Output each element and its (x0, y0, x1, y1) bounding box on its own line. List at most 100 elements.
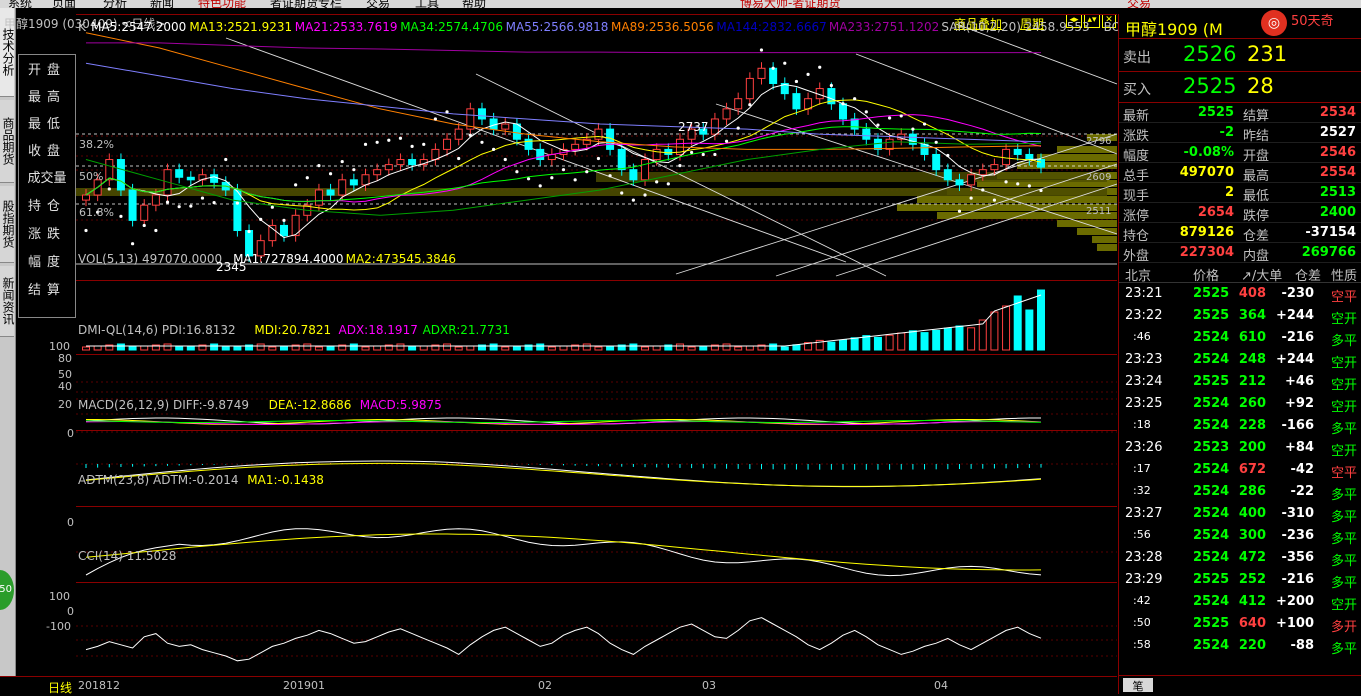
dmi_ticks-tick-4: 20 (58, 398, 72, 411)
left-tab-3[interactable]: 新闻资讯 (0, 266, 15, 337)
tick-volume: 672 (1238, 462, 1266, 477)
menu-item-8[interactable]: 帮助 (462, 0, 486, 8)
tick-row[interactable]: 23:27 2524 400 -310 多平 (1119, 503, 1361, 525)
tick-nature: 空平 (1331, 466, 1358, 481)
tick-oi-diff: +100 (1275, 616, 1314, 631)
x-axis: 日线 201812 201901 02 03 04 (0, 676, 1117, 695)
tick-nature: 多平 (1331, 532, 1358, 547)
tick-price: 2524 (1193, 484, 1230, 499)
tick-row[interactable]: 23:24 2525 212 +46 空开 (1119, 371, 1361, 393)
stat-value: 2 (1224, 185, 1234, 200)
quote-title-bar: 甲醇1909 (M ◎ 50天奇 (1119, 10, 1361, 39)
indicator-labels: K MA5:2547.2000 MA13:2521.9231 MA21:2533.76… (46, 20, 1185, 674)
tick-nature: 多平 (1331, 510, 1358, 525)
tick-row[interactable]: 23:23 2524 248 +244 空开 (1119, 349, 1361, 371)
tick-volume: 610 (1238, 330, 1266, 345)
tick-row[interactable]: :56 2524 300 -236 多平 (1119, 525, 1361, 547)
tick-row[interactable]: 23:26 2523 200 +84 空开 (1119, 437, 1361, 459)
menu-item-3[interactable]: 新闻 (150, 0, 174, 8)
main_indicator_line-label-6: MA89:2536.5056 (611, 20, 714, 34)
tick-volume: 212 (1238, 374, 1266, 389)
x-tick-0: 201812 (78, 679, 120, 692)
tick-row[interactable]: :50 2525 640 +100 多开 (1119, 613, 1361, 635)
tick-row[interactable]: :42 2524 412 +200 空开 (1119, 591, 1361, 613)
tick-nature: 空平 (1331, 290, 1358, 305)
left-tab-2[interactable]: 股指期货 (0, 186, 15, 263)
tick-price: 2525 (1193, 308, 1230, 323)
main_indicator_line-label-5: MA55:2566.9818 (505, 20, 609, 34)
stat-row-4: 现手 2 最低 2513 (1119, 182, 1361, 204)
tick-row[interactable]: 23:25 2524 260 +92 空开 (1119, 393, 1361, 415)
stat-value: 269766 (1301, 245, 1356, 260)
tick-time: :56 (1133, 528, 1151, 541)
tick-price: 2524 (1193, 396, 1230, 411)
tick-nature: 多平 (1331, 488, 1358, 503)
tick-row[interactable]: 23:28 2524 472 -356 多平 (1119, 547, 1361, 569)
tick-price: 2524 (1193, 462, 1230, 477)
menu-item-0[interactable]: 系统 (8, 0, 32, 8)
tick-nature: 空开 (1331, 444, 1358, 459)
quick-item-1: 最高 (27, 90, 66, 105)
tick-oi-diff: +92 (1285, 396, 1314, 411)
tick-row[interactable]: :18 2524 228 -166 多平 (1119, 415, 1361, 437)
macd_ticks-tick-0: 0 (67, 427, 74, 440)
bid-label: 买入 (1123, 82, 1151, 98)
fib-label-1: 50% (79, 170, 104, 183)
x-tick-2: 02 (538, 679, 552, 692)
tick-volume: 400 (1238, 506, 1266, 521)
menu-item-10[interactable]: 交易 (1127, 0, 1151, 8)
tick-time: 23:22 (1125, 308, 1163, 323)
main_indicator_line-label-2: MA13:2521.9231 (189, 20, 293, 34)
stat-value: 2554 (1319, 165, 1356, 180)
cci_ticks-tick-1: 0 (67, 605, 74, 618)
tick-row[interactable]: :58 2524 220 -88 多平 (1119, 635, 1361, 657)
tick-oi-diff: -216 (1281, 330, 1314, 345)
tick-nature: 多平 (1331, 576, 1358, 591)
ask-volume: 231 (1247, 42, 1288, 66)
tick-row[interactable]: :17 2524 672 -42 空平 (1119, 459, 1361, 481)
quote-bottom-tabs: 笔 (1119, 675, 1361, 695)
tick-nature: 多平 (1331, 422, 1358, 437)
quote-symbol: 甲醇1909 (M (1125, 20, 1223, 39)
quick-item-7: 幅度 (27, 255, 66, 270)
tick-header: 北京 价格 ↗/大单 仓差 性质 (1119, 262, 1361, 284)
quick-item-3: 收盘 (27, 144, 66, 159)
main_indicator_line-label-9: SAR(10,2,20) 2458.9553 (941, 20, 1090, 34)
macd_line-label-1: DEA:-12.8686 (268, 398, 352, 412)
menu-item-2[interactable]: 分析 (103, 0, 127, 8)
tick-header-2: ↗/大单 (1241, 269, 1283, 284)
tick-price: 2524 (1193, 330, 1230, 345)
menu-item-9[interactable]: 博易大师-者证期货 (740, 0, 840, 8)
tick-row[interactable]: 23:22 2525 364 +244 空开 (1119, 305, 1361, 327)
cci_ticks-tick-2: -100 (46, 620, 71, 633)
tick-row[interactable]: 23:21 2525 408 -230 空平 (1119, 283, 1361, 305)
stat-value: 2527 (1319, 125, 1356, 140)
bid-volume: 28 (1247, 74, 1274, 98)
stat-row-7: 外盘 227304 内盘 269766 (1119, 242, 1361, 264)
tick-oi-diff: -310 (1281, 506, 1314, 521)
menu-item-7[interactable]: 工具 (415, 0, 439, 8)
stat-value: 2525 (1197, 105, 1234, 120)
tick-row[interactable]: :32 2524 286 -22 多平 (1119, 481, 1361, 503)
tick-list[interactable]: 23:21 2525 408 -230 空平 23:22 2525 364 +244 空开:46 2… (1119, 283, 1361, 673)
dmi_line-label-2: ADX:18.1917 (338, 323, 418, 337)
tick-price: 2525 (1193, 374, 1230, 389)
menu-item-1[interactable]: 页面 (52, 0, 76, 8)
menu-item-5[interactable]: 者证期货专栏 (270, 0, 342, 8)
adtm_ticks-tick-0: 0 (67, 516, 74, 529)
tab-tick[interactable]: 笔 (1123, 678, 1153, 693)
tick-price: 2524 (1193, 352, 1230, 367)
menu-item-6[interactable]: 交易 (366, 0, 390, 8)
stat-row-0: 最新 2525 结算 2534 (1119, 102, 1361, 124)
tick-row[interactable]: :46 2524 610 -216 多平 (1119, 327, 1361, 349)
main_indicator_line-label-3: MA21:2533.7619 (294, 20, 398, 34)
tick-row[interactable]: 23:29 2525 252 -216 多平 (1119, 569, 1361, 591)
left-tab-1[interactable]: 商品期货 (0, 100, 15, 183)
tick-oi-diff: -42 (1290, 462, 1315, 477)
stat-value: -2 (1219, 125, 1234, 140)
tick-price: 2525 (1193, 616, 1230, 631)
tick-oi-diff: +244 (1275, 352, 1314, 367)
dmi_ticks-tick-1: 80 (58, 352, 72, 365)
stat-row-2: 幅度 -0.08% 开盘 2546 (1119, 142, 1361, 164)
menu-item-4[interactable]: 特色功能 (198, 0, 246, 8)
